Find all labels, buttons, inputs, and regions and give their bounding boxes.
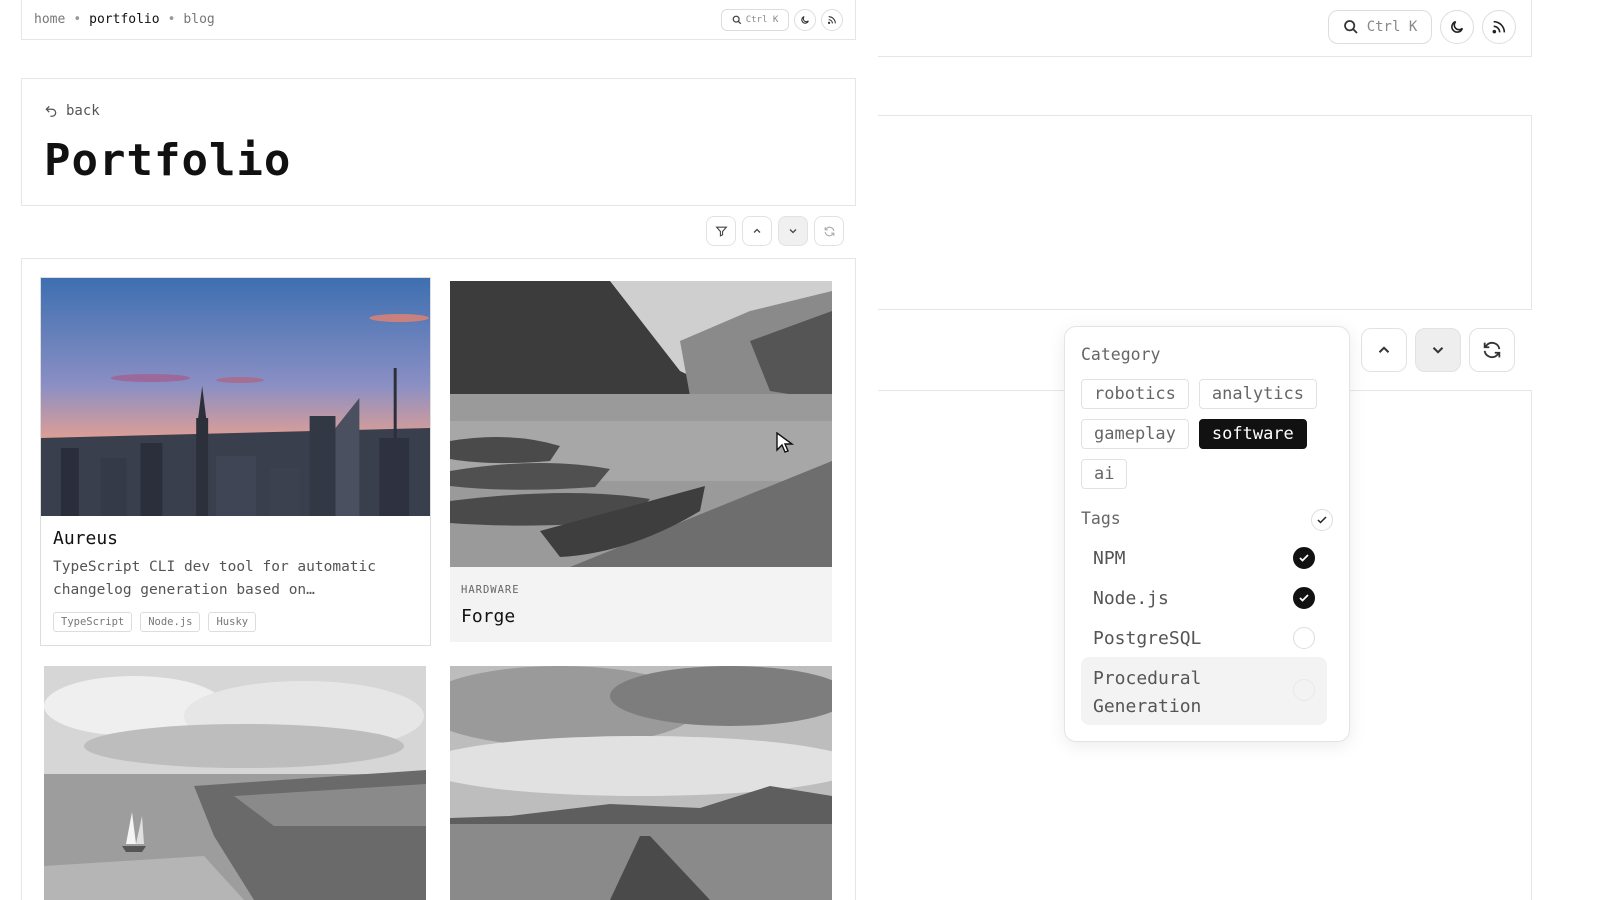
crumb-separator: • (73, 12, 82, 27)
rss-button[interactable] (821, 9, 843, 31)
top-nav: home • portfolio • blog Ctrl K (21, 0, 856, 40)
project-card[interactable] (44, 666, 426, 900)
tag-option-nodejs[interactable]: Node.js (1081, 577, 1327, 617)
page-title: Portfolio (44, 135, 292, 186)
moon-icon (1451, 20, 1464, 33)
category-chip-analytics[interactable]: analytics (1198, 379, 1318, 409)
page-header-zoomed (878, 115, 1532, 310)
unchecked-circle-icon (1293, 627, 1315, 649)
category-chip-ai[interactable]: ai (1081, 459, 1128, 489)
rss-button[interactable] (1482, 10, 1516, 44)
nav-tools: Ctrl K (721, 9, 843, 31)
project-title: Aureus (53, 528, 119, 549)
crumb-portfolio[interactable]: portfolio (89, 12, 159, 27)
page-header: back Portfolio (21, 78, 856, 206)
category-chip-robotics[interactable]: robotics (1081, 379, 1189, 409)
chevron-up-icon (1378, 346, 1390, 353)
filter-popover: Category robotics analytics gameplay sof… (1064, 326, 1350, 742)
project-card-aureus[interactable]: Aureus TypeScript CLI dev tool for autom… (40, 277, 431, 646)
back-link[interactable]: back (44, 103, 100, 119)
filter-icon (714, 226, 728, 237)
crumb-blog[interactable]: blog (183, 12, 214, 27)
project-tag: Husky (208, 612, 257, 632)
search-icon (732, 15, 741, 25)
zoomed-view: Ctrl K Category robotics analytics gamep… (878, 0, 1600, 900)
tag-option-label: NPM (1093, 548, 1126, 569)
sort-up-button[interactable] (1361, 328, 1407, 372)
tag-option-label: Procedural Generation (1093, 668, 1202, 717)
chevron-up-icon (753, 228, 761, 233)
sort-down-button[interactable] (778, 216, 808, 246)
unchecked-circle-icon (1293, 679, 1315, 701)
list-toolbar (706, 216, 844, 246)
category-heading: Category (1081, 345, 1161, 364)
page-view: home • portfolio • blog Ctrl K back Port… (0, 0, 880, 900)
top-nav-zoomed: Ctrl K (878, 0, 1532, 57)
checked-icon (1293, 547, 1315, 569)
tag-option-npm[interactable]: NPM (1081, 537, 1327, 577)
search-shortcut-label: Ctrl K (745, 15, 779, 25)
category-chip-software[interactable]: software (1198, 419, 1307, 449)
tag-option-label: Node.js (1093, 588, 1169, 609)
filter-button[interactable] (706, 216, 736, 246)
project-description: TypeScript CLI dev tool for automatic ch… (53, 559, 377, 598)
reset-button[interactable] (1469, 328, 1515, 372)
project-tag: TypeScript (53, 612, 133, 632)
back-label: back (66, 103, 100, 119)
breadcrumb: home • portfolio • blog (34, 12, 215, 27)
project-category: HARDWARE (461, 584, 520, 596)
refresh-icon (1483, 341, 1501, 359)
project-image-cliffs (44, 666, 426, 900)
mouse-cursor-icon (776, 432, 794, 453)
tag-option-postgresql[interactable]: PostgreSQL (1081, 617, 1327, 657)
project-title: Forge (461, 606, 516, 627)
category-chip-gameplay[interactable]: gameplay (1081, 419, 1189, 449)
rss-icon (1492, 20, 1506, 34)
tag-option-procedural-generation[interactable]: Procedural Generation (1081, 657, 1327, 725)
theme-toggle-button[interactable] (794, 9, 816, 31)
project-tags: TypeScript Node.js Husky (53, 612, 257, 632)
tags-select-all-toggle[interactable] (1311, 509, 1333, 531)
undo-arrow-icon (45, 105, 57, 117)
search-icon (1343, 20, 1358, 34)
moon-icon (801, 16, 809, 24)
tags-heading: Tags (1081, 509, 1121, 528)
theme-toggle-button[interactable] (1440, 10, 1474, 44)
reset-button[interactable] (814, 216, 844, 246)
tag-option-label: PostgreSQL (1093, 628, 1202, 649)
sort-up-button[interactable] (742, 216, 772, 246)
project-image-city (41, 278, 430, 516)
sort-down-button[interactable] (1415, 328, 1461, 372)
project-image-lake-boats (450, 281, 832, 567)
nav-tools-zoomed: Ctrl K (1328, 10, 1516, 44)
project-card-forge[interactable]: HARDWARE Forge (450, 281, 832, 642)
checked-icon (1293, 587, 1315, 609)
crumb-home[interactable]: home (34, 12, 65, 27)
project-card[interactable] (450, 666, 832, 900)
chevron-down-icon (789, 229, 797, 234)
search-button[interactable]: Ctrl K (1328, 10, 1432, 44)
refresh-icon (824, 226, 834, 236)
chevron-down-icon (1432, 347, 1444, 354)
project-tag: Node.js (140, 612, 201, 632)
rss-icon (827, 16, 836, 25)
search-shortcut-label: Ctrl K (1366, 19, 1418, 35)
check-icon (1317, 516, 1327, 524)
search-button[interactable]: Ctrl K (721, 9, 789, 31)
project-image-pier (450, 666, 832, 900)
crumb-separator: • (167, 12, 176, 27)
category-chips: robotics analytics gameplay software ai (1081, 379, 1341, 489)
sort-buttons (1361, 328, 1461, 372)
